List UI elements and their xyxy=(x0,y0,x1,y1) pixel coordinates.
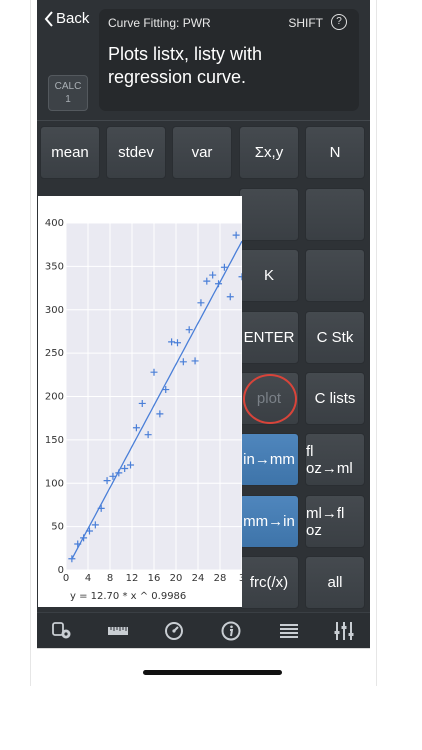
floz-to-ml-key[interactable]: fl oz→ml xyxy=(305,433,365,486)
blank-key-r2c4[interactable] xyxy=(239,188,299,241)
calc-badge-number: 1 xyxy=(65,94,71,105)
y-tick-label: 50 xyxy=(51,522,64,533)
blank-key-r3c5[interactable] xyxy=(305,249,365,302)
regression-plot-panel: 04812162024283050100150200250300350400 y… xyxy=(38,196,242,607)
y-tick-label: 150 xyxy=(45,435,64,446)
regression-equation: y = 12.70 * x ^ 0.9986 xyxy=(70,591,186,602)
stdev-key[interactable]: stdev xyxy=(106,126,166,179)
list-icon[interactable] xyxy=(278,621,300,641)
phone-frame-right xyxy=(376,0,377,686)
info-icon[interactable] xyxy=(220,621,242,641)
mm-to-in-key[interactable]: mm→in xyxy=(239,495,299,548)
n-key[interactable]: N xyxy=(305,126,365,179)
x-tick-label: 28 xyxy=(214,573,227,584)
regression-plot: 04812162024283050100150200250300350400 y… xyxy=(45,218,242,602)
phone-frame-left xyxy=(30,0,31,686)
divider xyxy=(37,120,370,121)
y-tick-label: 400 xyxy=(45,218,64,229)
enter-key[interactable]: ENTER xyxy=(239,311,299,364)
x-tick-label: 4 xyxy=(85,573,91,584)
shift-indicator[interactable]: SHIFT xyxy=(288,16,323,30)
y-tick-label: 250 xyxy=(45,348,64,359)
back-button[interactable]: Back xyxy=(44,10,89,27)
sliders-icon[interactable] xyxy=(333,621,355,641)
clear-stack-key[interactable]: C Stk xyxy=(305,311,365,364)
x-tick-label: 12 xyxy=(126,573,139,584)
settings-cog-icon[interactable] xyxy=(51,621,73,641)
clear-lists-key[interactable]: C lists xyxy=(305,372,365,425)
y-tick-label: 0 xyxy=(58,565,64,576)
all-key[interactable]: all xyxy=(305,556,365,609)
calc-badge-label: CALC xyxy=(54,81,82,92)
y-tick-label: 300 xyxy=(45,305,64,316)
y-tick-label: 350 xyxy=(45,261,64,272)
sum-xy-key[interactable]: Σx,y xyxy=(239,126,299,179)
display-mode: Curve Fitting: PWR xyxy=(108,16,211,30)
calc-mode-badge[interactable]: CALC 1 xyxy=(48,75,88,111)
help-icon[interactable]: ? xyxy=(331,14,347,30)
ml-to-floz-key[interactable]: ml→fl oz xyxy=(305,495,365,548)
x-tick-label: 8 xyxy=(107,573,113,584)
y-tick-label: 200 xyxy=(45,392,64,403)
k-key[interactable]: K xyxy=(239,249,299,302)
var-key[interactable]: var xyxy=(172,126,232,179)
x-tick-label: 16 xyxy=(148,573,161,584)
x-tick-label: 20 xyxy=(170,573,183,584)
blank-key-r2c5[interactable] xyxy=(305,188,365,241)
chevron-left-icon xyxy=(44,10,53,27)
mean-key[interactable]: mean xyxy=(40,126,100,179)
fraction-key[interactable]: frc(/x) xyxy=(239,556,299,609)
display-text: Plots listx, listy with regression curve… xyxy=(108,44,263,87)
in-to-mm-key[interactable]: in→mm xyxy=(239,433,299,486)
home-indicator[interactable] xyxy=(143,670,282,675)
x-tick-label: 24 xyxy=(192,573,205,584)
x-tick-label: 3 xyxy=(239,573,242,584)
ruler-icon[interactable] xyxy=(107,621,129,641)
y-tick-label: 100 xyxy=(45,478,64,489)
plot-key[interactable]: plot xyxy=(239,372,299,425)
bottom-toolbar xyxy=(37,612,370,649)
back-label: Back xyxy=(56,10,90,27)
gauge-icon[interactable] xyxy=(163,621,185,641)
calculator-display: Curve Fitting: PWR SHIFT ? Plots listx, … xyxy=(99,9,359,111)
